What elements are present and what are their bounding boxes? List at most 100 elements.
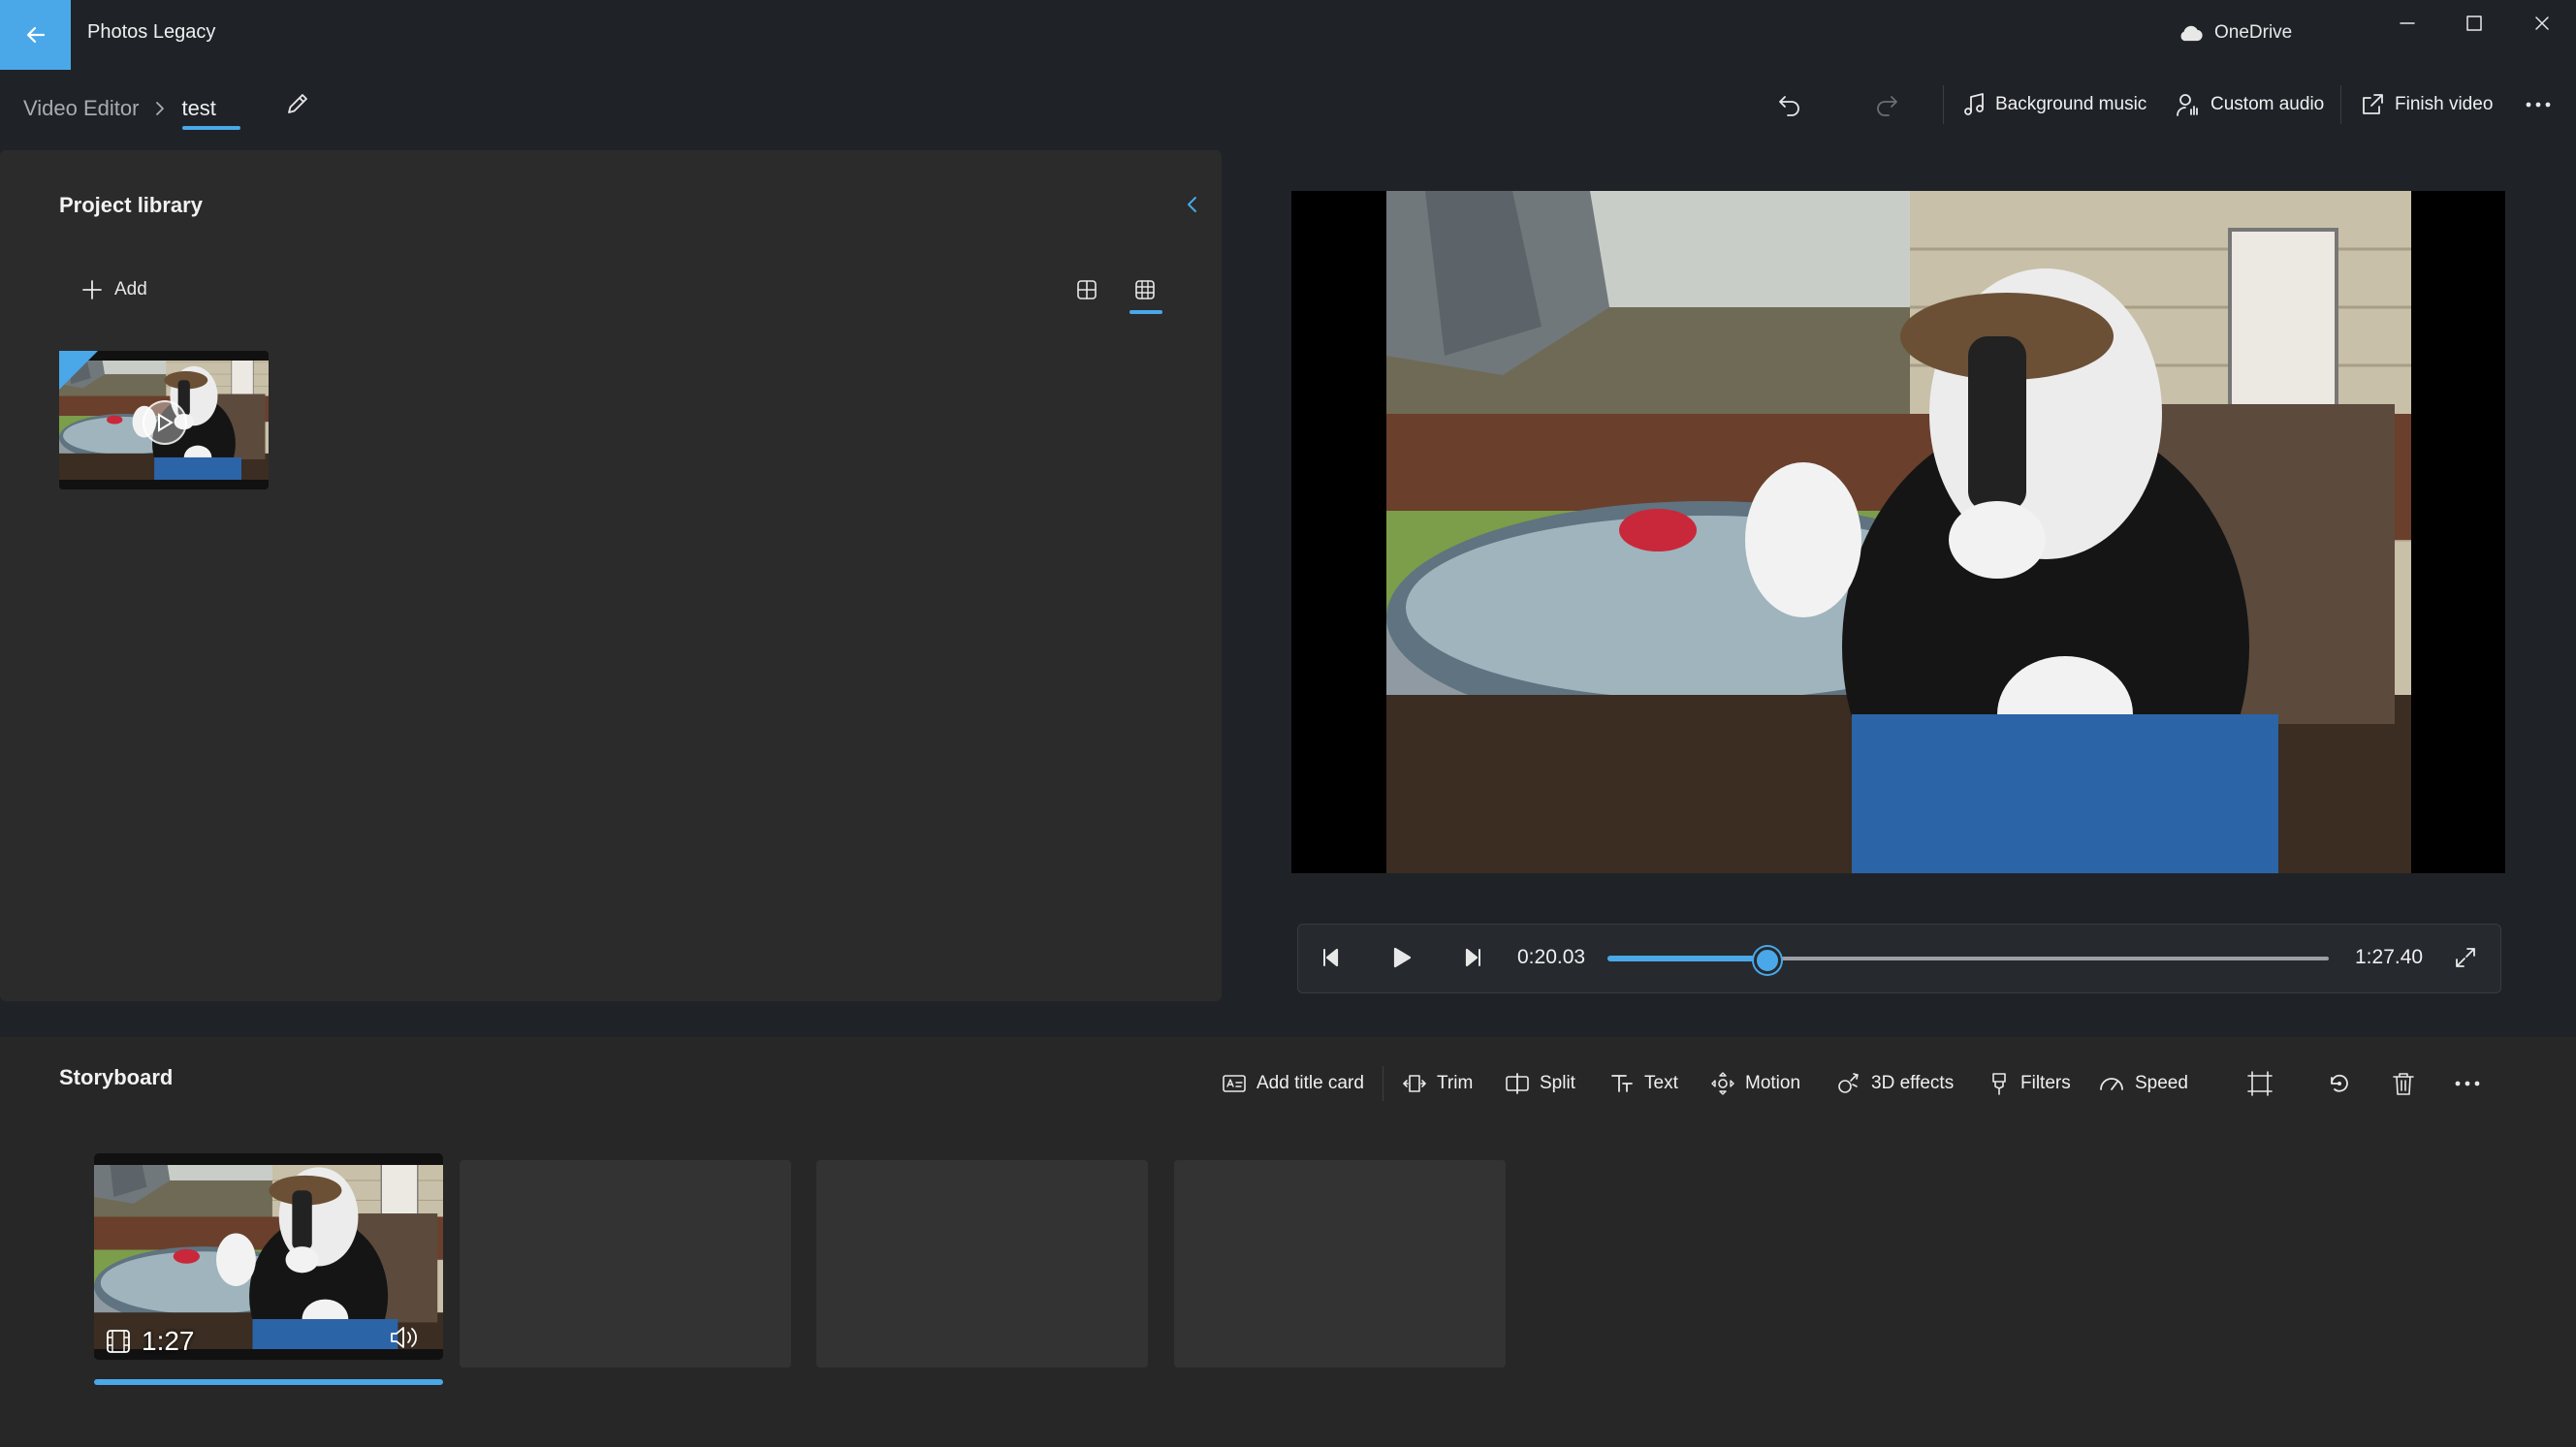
trim-label: Trim	[1437, 1073, 1474, 1093]
delete-button[interactable]	[2387, 1067, 2420, 1100]
filters-icon	[1988, 1071, 2011, 1096]
empty-storyboard-slot[interactable]	[460, 1160, 791, 1368]
text-label: Text	[1644, 1073, 1678, 1093]
current-time: 0:20.03	[1517, 946, 1586, 968]
redo-button[interactable]	[1873, 85, 1900, 124]
finish-video-label: Finish video	[2395, 94, 2494, 114]
add-title-card-button[interactable]: Add title card	[1222, 1066, 1364, 1101]
empty-storyboard-slot[interactable]	[816, 1160, 1148, 1368]
minimize-button[interactable]	[2373, 0, 2441, 47]
add-media-button[interactable]: Add	[81, 275, 147, 304]
more-dots-icon	[2525, 101, 2552, 109]
redo-icon	[1873, 91, 1900, 118]
title-card-icon	[1222, 1073, 1247, 1094]
maximize-icon	[2465, 15, 2483, 32]
split-label: Split	[1540, 1073, 1575, 1093]
speed-icon	[2098, 1072, 2125, 1095]
share-export-icon	[2360, 92, 2385, 117]
chevron-left-icon	[1186, 194, 1199, 215]
onedrive-button[interactable]: OneDrive	[2178, 17, 2292, 48]
plus-icon	[81, 279, 103, 300]
storyboard-title: Storyboard	[59, 1065, 174, 1089]
app-title: Photos Legacy	[87, 21, 216, 43]
background-music-button[interactable]: Background music	[1962, 85, 2147, 124]
fullscreen-button[interactable]	[2449, 941, 2482, 974]
3d-effects-button[interactable]: 3D effects	[1836, 1066, 1954, 1101]
split-icon	[1505, 1072, 1530, 1095]
added-to-project-badge	[59, 351, 98, 390]
project-library-panel	[0, 150, 1222, 1001]
play-icon	[1390, 947, 1412, 968]
grid-small-icon	[1134, 279, 1156, 300]
filters-button[interactable]: Filters	[1988, 1066, 2071, 1101]
custom-audio-button[interactable]: Custom audio	[2176, 85, 2324, 124]
background-music-label: Background music	[1995, 94, 2147, 114]
more-options-button[interactable]	[2525, 85, 2552, 124]
next-frame-button[interactable]	[1456, 941, 1489, 974]
resize-button[interactable]	[2243, 1067, 2276, 1100]
split-button[interactable]: Split	[1505, 1066, 1575, 1101]
more-dots-icon	[2454, 1080, 2481, 1087]
person-audio-icon	[2176, 92, 2201, 117]
step-forward-icon	[1462, 947, 1483, 968]
toolbar-divider	[1943, 85, 1944, 124]
cloud-icon	[2178, 23, 2203, 43]
maximize-button[interactable]	[2440, 0, 2508, 47]
seek-bar-progress	[1607, 956, 1765, 961]
custom-audio-label: Custom audio	[2210, 94, 2325, 114]
onedrive-label: OneDrive	[2214, 22, 2293, 43]
back-button[interactable]	[0, 0, 71, 70]
clip-volume-button[interactable]	[388, 1324, 421, 1351]
play-button[interactable]	[1384, 941, 1417, 974]
clip-duration-label: 1:27	[142, 1326, 195, 1356]
filters-label: Filters	[2020, 1073, 2071, 1093]
add-media-label: Add	[114, 279, 147, 299]
rotate-icon	[2326, 1070, 2353, 1097]
finish-video-button[interactable]: Finish video	[2360, 85, 2493, 124]
empty-storyboard-slot[interactable]	[1174, 1160, 1506, 1368]
rename-project-button[interactable]	[281, 87, 314, 120]
minimize-icon	[2399, 15, 2416, 32]
video-frame	[1386, 191, 2411, 873]
breadcrumb-project-name[interactable]: test	[181, 96, 215, 121]
collapse-library-button[interactable]	[1178, 190, 1207, 219]
speaker-icon	[388, 1324, 421, 1351]
grid-large-icon	[1076, 279, 1097, 300]
3d-effects-icon	[1836, 1071, 1861, 1096]
seek-bar-thumb[interactable]	[1754, 947, 1781, 974]
music-note-icon	[1962, 92, 1986, 117]
small-grid-view-button[interactable]	[1129, 273, 1161, 306]
undo-icon	[1776, 91, 1803, 118]
undo-button[interactable]	[1776, 85, 1803, 124]
storyboard-more-button[interactable]	[2451, 1067, 2484, 1100]
motion-label: Motion	[1745, 1073, 1801, 1093]
chevron-right-icon	[154, 100, 166, 117]
speed-label: Speed	[2135, 1073, 2188, 1093]
breadcrumb-video-editor[interactable]: Video Editor	[23, 96, 139, 121]
previous-frame-button[interactable]	[1315, 941, 1348, 974]
add-title-card-label: Add title card	[1256, 1073, 1364, 1093]
breadcrumb: Video Editor test	[23, 89, 216, 128]
rotate-button[interactable]	[2323, 1067, 2356, 1100]
close-icon	[2533, 15, 2551, 32]
total-duration: 1:27.40	[2355, 946, 2424, 968]
3d-effects-label: 3D effects	[1871, 1073, 1955, 1093]
close-button[interactable]	[2508, 0, 2576, 47]
trash-icon	[2391, 1070, 2416, 1097]
large-grid-view-button[interactable]	[1070, 273, 1103, 306]
text-button[interactable]: Text	[1609, 1066, 1678, 1101]
clip-duration: 1:27	[105, 1326, 195, 1357]
toolbar-divider	[2340, 85, 2341, 124]
pencil-icon	[285, 91, 310, 116]
project-library-title: Project library	[59, 193, 203, 217]
crop-resize-icon	[2246, 1070, 2274, 1097]
motion-icon	[1710, 1071, 1735, 1096]
text-icon	[1609, 1072, 1635, 1095]
trim-button[interactable]: Trim	[1402, 1066, 1473, 1101]
step-back-icon	[1320, 947, 1342, 968]
expand-icon	[2454, 946, 2477, 969]
motion-button[interactable]: Motion	[1710, 1066, 1800, 1101]
trim-icon	[1402, 1072, 1427, 1095]
speed-button[interactable]: Speed	[2098, 1066, 2188, 1101]
play-icon[interactable]	[143, 400, 187, 445]
